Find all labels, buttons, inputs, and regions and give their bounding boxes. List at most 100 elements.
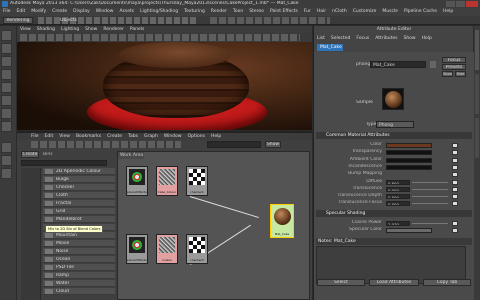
section-specular[interactable]: Specular Shading [316,210,472,217]
hypershade-menu-tabs[interactable]: Tabs [128,134,138,139]
menu-edit[interactable]: Edit [17,9,26,14]
map-button-icon[interactable] [452,150,458,156]
side-tab-channel-box[interactable] [475,118,479,158]
menu-muscle[interactable]: Muscle [382,9,398,14]
map-button-icon[interactable] [452,179,458,185]
work-area[interactable]: Work Area place2dTexture1Cake_Colourchec… [117,151,310,300]
ae-menu-attributes[interactable]: Attributes [375,36,397,41]
hypershade-search-field[interactable] [207,141,261,148]
tab-bins[interactable]: Bins [43,152,53,157]
list-item[interactable]: Fractal [43,200,115,207]
menu-customize[interactable]: Customize [353,9,377,14]
list-item[interactable]: Ramp [43,272,115,279]
viewport-menu-shading[interactable]: Shading [37,27,55,32]
attribute-slider[interactable] [412,223,448,224]
ae-menu-selected[interactable]: Selected [331,36,351,41]
list-item[interactable]: Water [43,280,115,287]
menu-texturing[interactable]: Texturing [184,9,205,14]
ae-tab-mat-cake[interactable]: Mat_Cake [317,44,343,51]
create-category-tree[interactable] [21,168,41,300]
texture-node[interactable]: place2dTexture2 [126,234,148,264]
rotate-tool-icon[interactable] [1,82,12,93]
hypershade-menu-window[interactable]: Window [164,134,182,139]
last-tool-icon[interactable] [1,121,12,132]
list-item[interactable]: Ocean [43,256,115,263]
layout-four-icon[interactable] [1,155,12,166]
menu-modify[interactable]: Modify [31,9,46,14]
attribute-slider[interactable] [412,196,448,198]
menu-file[interactable]: File [3,9,11,14]
load-attributes-button[interactable]: Load Attributes [369,279,419,286]
attribute-slider[interactable] [412,188,448,190]
map-button-icon[interactable] [452,221,458,226]
list-item[interactable]: Grid [43,208,115,215]
copy-tab-button[interactable]: Copy Tab [423,279,471,286]
show-button[interactable]: Show [265,141,281,148]
list-item[interactable]: 2D Aperiodic Colour [43,168,115,175]
viewport-menu-view[interactable]: View [20,27,31,32]
viewport-menu-show[interactable]: Show [85,27,97,32]
color-swatch[interactable] [386,164,432,170]
list-item[interactable]: Movie [43,240,115,247]
map-button-icon[interactable] [452,172,458,178]
list-item[interactable]: Cloud [43,288,115,295]
texture-node[interactable]: place2dTexture1 [126,166,148,196]
minimize-button[interactable] [446,1,455,7]
attribute-slider[interactable] [412,203,448,205]
material-node[interactable]: Mat_Cake [270,204,294,238]
viewport-menu-lighting[interactable]: Lighting [61,27,79,32]
texture-node[interactable]: noise1 [156,234,178,264]
focus-button[interactable]: Focus [442,57,466,63]
list-item[interactable]: Bulge [43,176,115,183]
ae-menu-focus[interactable]: Focus [356,36,369,41]
tab-create[interactable]: Create [21,151,39,158]
section-common-material[interactable]: Common Material Attributes [316,132,472,139]
texture-node[interactable]: Cake_Colour [156,166,178,196]
hypershade-menu-edit[interactable]: Edit [45,134,54,139]
menu-create[interactable]: Create [52,9,67,14]
shader-name-field[interactable]: Mat_Cake [370,61,426,68]
manipulator-tool-icon[interactable] [1,108,12,119]
list-item[interactable]: Mountain [43,232,115,239]
menu-fur[interactable]: Fur [304,9,311,14]
attribute-value-field[interactable]: 0.000 [386,186,410,192]
layout-persp-outliner-icon[interactable] [1,168,12,179]
menu-paint-effects[interactable]: Paint Effects [270,9,298,14]
close-button[interactable] [466,1,478,7]
hypershade-toolbar-icons[interactable] [31,141,181,148]
map-button-icon[interactable] [452,194,458,200]
layout-single-icon[interactable] [1,142,12,153]
hypershade-menu-help[interactable]: Help [211,134,221,139]
map-button-icon[interactable] [452,164,458,170]
type-dropdown[interactable]: Phong [376,121,414,128]
color-swatch[interactable] [386,157,432,163]
attribute-value-field[interactable]: 0.500 [386,194,410,200]
attribute-value-field[interactable]: 2.070 [386,221,410,226]
hypershade-menu-view[interactable]: View [59,134,70,139]
viewport-toolbar-icons[interactable] [20,34,300,41]
create-search-field[interactable] [21,160,107,166]
navigate-input-icon[interactable] [430,61,436,68]
color-swatch[interactable] [386,228,432,234]
show-button-ae[interactable]: Show [442,71,453,77]
ae-menu-help[interactable]: Help [422,36,432,41]
list-item[interactable]: Mandelbrot [43,216,115,223]
list-item[interactable]: Noise [43,248,115,255]
side-tab-attribute-editor[interactable] [475,30,479,70]
menu-window[interactable]: Window [96,9,114,14]
menu-pipeline-cache[interactable]: Pipeline Cache [404,9,437,14]
side-tab-tool-settings[interactable] [475,74,479,114]
maximize-button[interactable] [456,1,465,7]
menu-display[interactable]: Display [73,9,90,14]
ae-menu-show[interactable]: Show [403,36,415,41]
map-button-icon[interactable] [452,157,458,163]
viewport-menu-renderer[interactable]: Renderer [103,27,124,32]
menu-render[interactable]: Render [211,9,227,14]
hypershade-menu-options[interactable]: Options [188,134,205,139]
list-item[interactable]: Cloth [43,192,115,199]
color-swatch[interactable] [386,150,432,156]
attribute-value-field[interactable]: 0.500 [386,201,410,207]
lasso-tool-icon[interactable] [1,43,12,54]
paint-select-tool-icon[interactable] [1,56,12,67]
hypershade-menu-bookmarks[interactable]: Bookmarks [76,134,101,139]
